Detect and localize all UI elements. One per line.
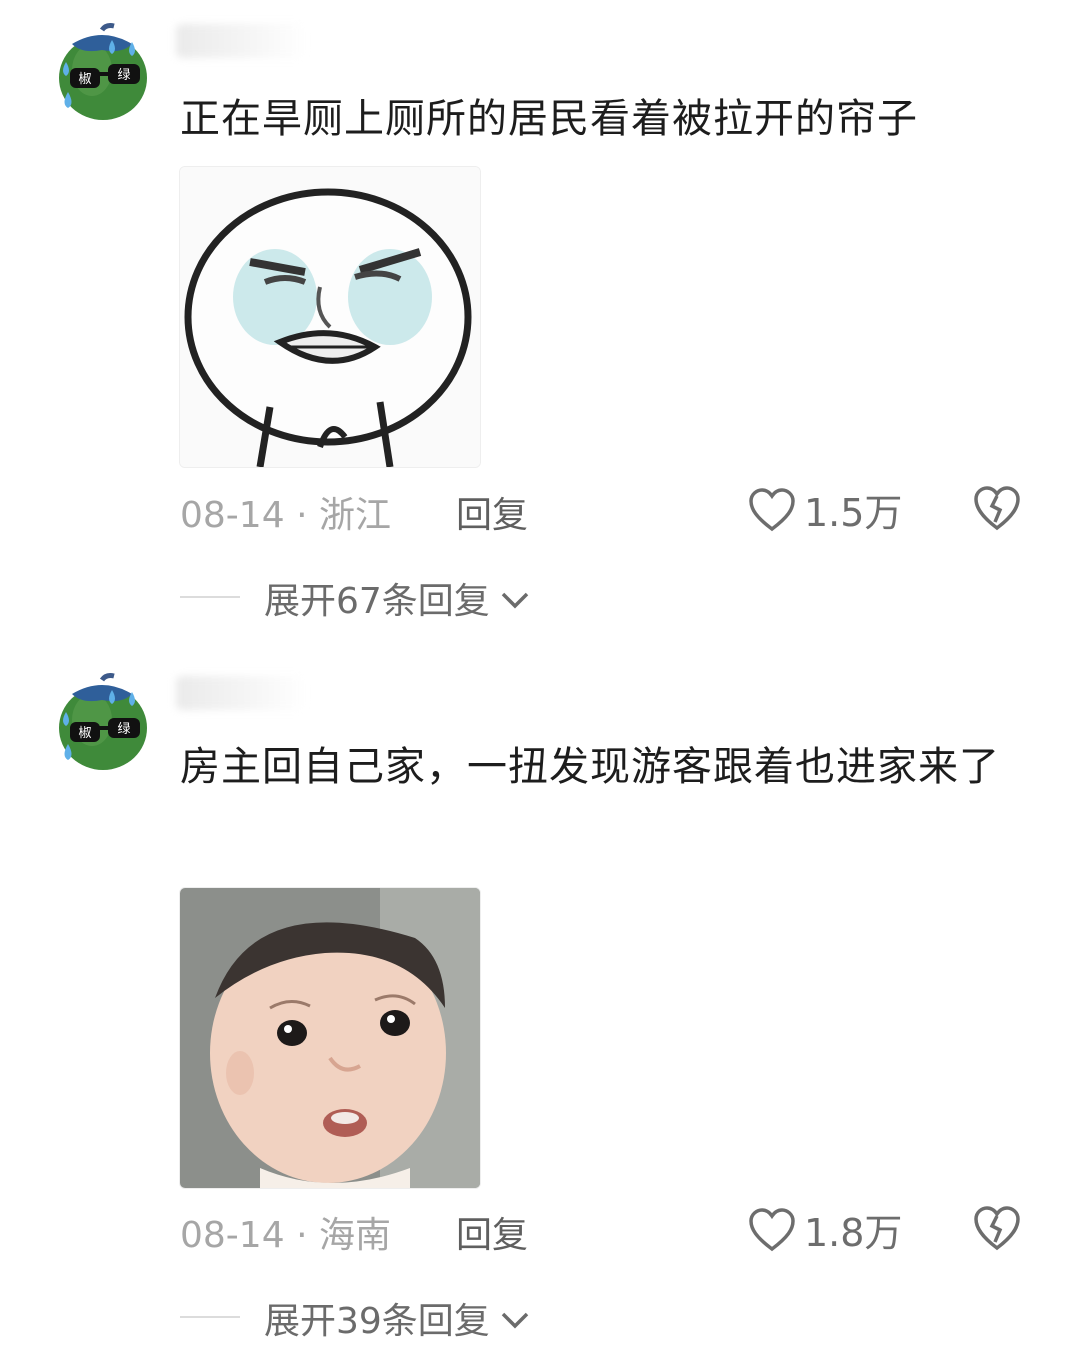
comment-date: 08-14 <box>180 495 285 536</box>
comment-location: 海南 <box>318 1215 391 1256</box>
chevron-down-icon <box>500 1298 530 1339</box>
sticker-image[interactable] <box>179 166 481 468</box>
broken-heart-icon <box>974 486 1020 531</box>
comment-item: 椒 绿 正在旱厕上厕所的居民看着被拉开的帘子 08-14 · 浙江 回复 1.5… <box>0 0 1079 640</box>
like-button[interactable]: 1.5万 <box>748 482 902 537</box>
username-blurred[interactable] <box>176 24 306 58</box>
comment-item: 椒 绿 房主回自己家，一扭发现游客跟着也进家来了 08-14 · 海南 回复 1… <box>0 660 1079 1351</box>
comment-meta: 08-14 · 海南 <box>180 1206 391 1258</box>
broken-heart-icon <box>974 1206 1020 1251</box>
like-button[interactable]: 1.8万 <box>748 1202 902 1257</box>
meta-separator: · <box>296 1215 308 1256</box>
comment-text: 房主回自己家，一扭发现游客跟着也进家来了 <box>180 744 1000 790</box>
comment-location: 浙江 <box>318 495 391 536</box>
like-count: 1.8万 <box>804 1211 903 1255</box>
avatar[interactable]: 椒 绿 <box>52 672 154 774</box>
chevron-down-icon <box>500 578 530 619</box>
heart-outline-icon <box>749 1207 795 1251</box>
heart-outline-icon <box>749 487 795 531</box>
dislike-button[interactable] <box>972 1204 1022 1256</box>
comment-text: 正在旱厕上厕所的居民看着被拉开的帘子 <box>180 96 918 142</box>
sticker-image[interactable] <box>179 887 481 1189</box>
svg-text:绿: 绿 <box>117 68 130 83</box>
divider <box>180 1316 240 1318</box>
expand-replies-button[interactable]: 展开39条回复 <box>264 1292 530 1344</box>
dislike-button[interactable] <box>972 484 1022 536</box>
divider <box>180 596 240 598</box>
svg-text:椒: 椒 <box>78 72 91 87</box>
expand-replies-button[interactable]: 展开67条回复 <box>264 572 530 624</box>
username-blurred[interactable] <box>176 676 306 710</box>
meta-separator: · <box>296 495 308 536</box>
reply-button[interactable]: 回复 <box>456 486 528 538</box>
avatar[interactable]: 椒 绿 <box>52 22 154 124</box>
expand-label: 展开39条回复 <box>264 1301 490 1342</box>
reply-button[interactable]: 回复 <box>456 1206 528 1258</box>
comment-date: 08-14 <box>180 1215 285 1256</box>
svg-text:绿: 绿 <box>117 722 130 737</box>
comment-meta: 08-14 · 浙江 <box>180 486 391 538</box>
svg-text:椒: 椒 <box>78 726 91 741</box>
like-count: 1.5万 <box>804 491 903 535</box>
expand-label: 展开67条回复 <box>264 581 490 622</box>
